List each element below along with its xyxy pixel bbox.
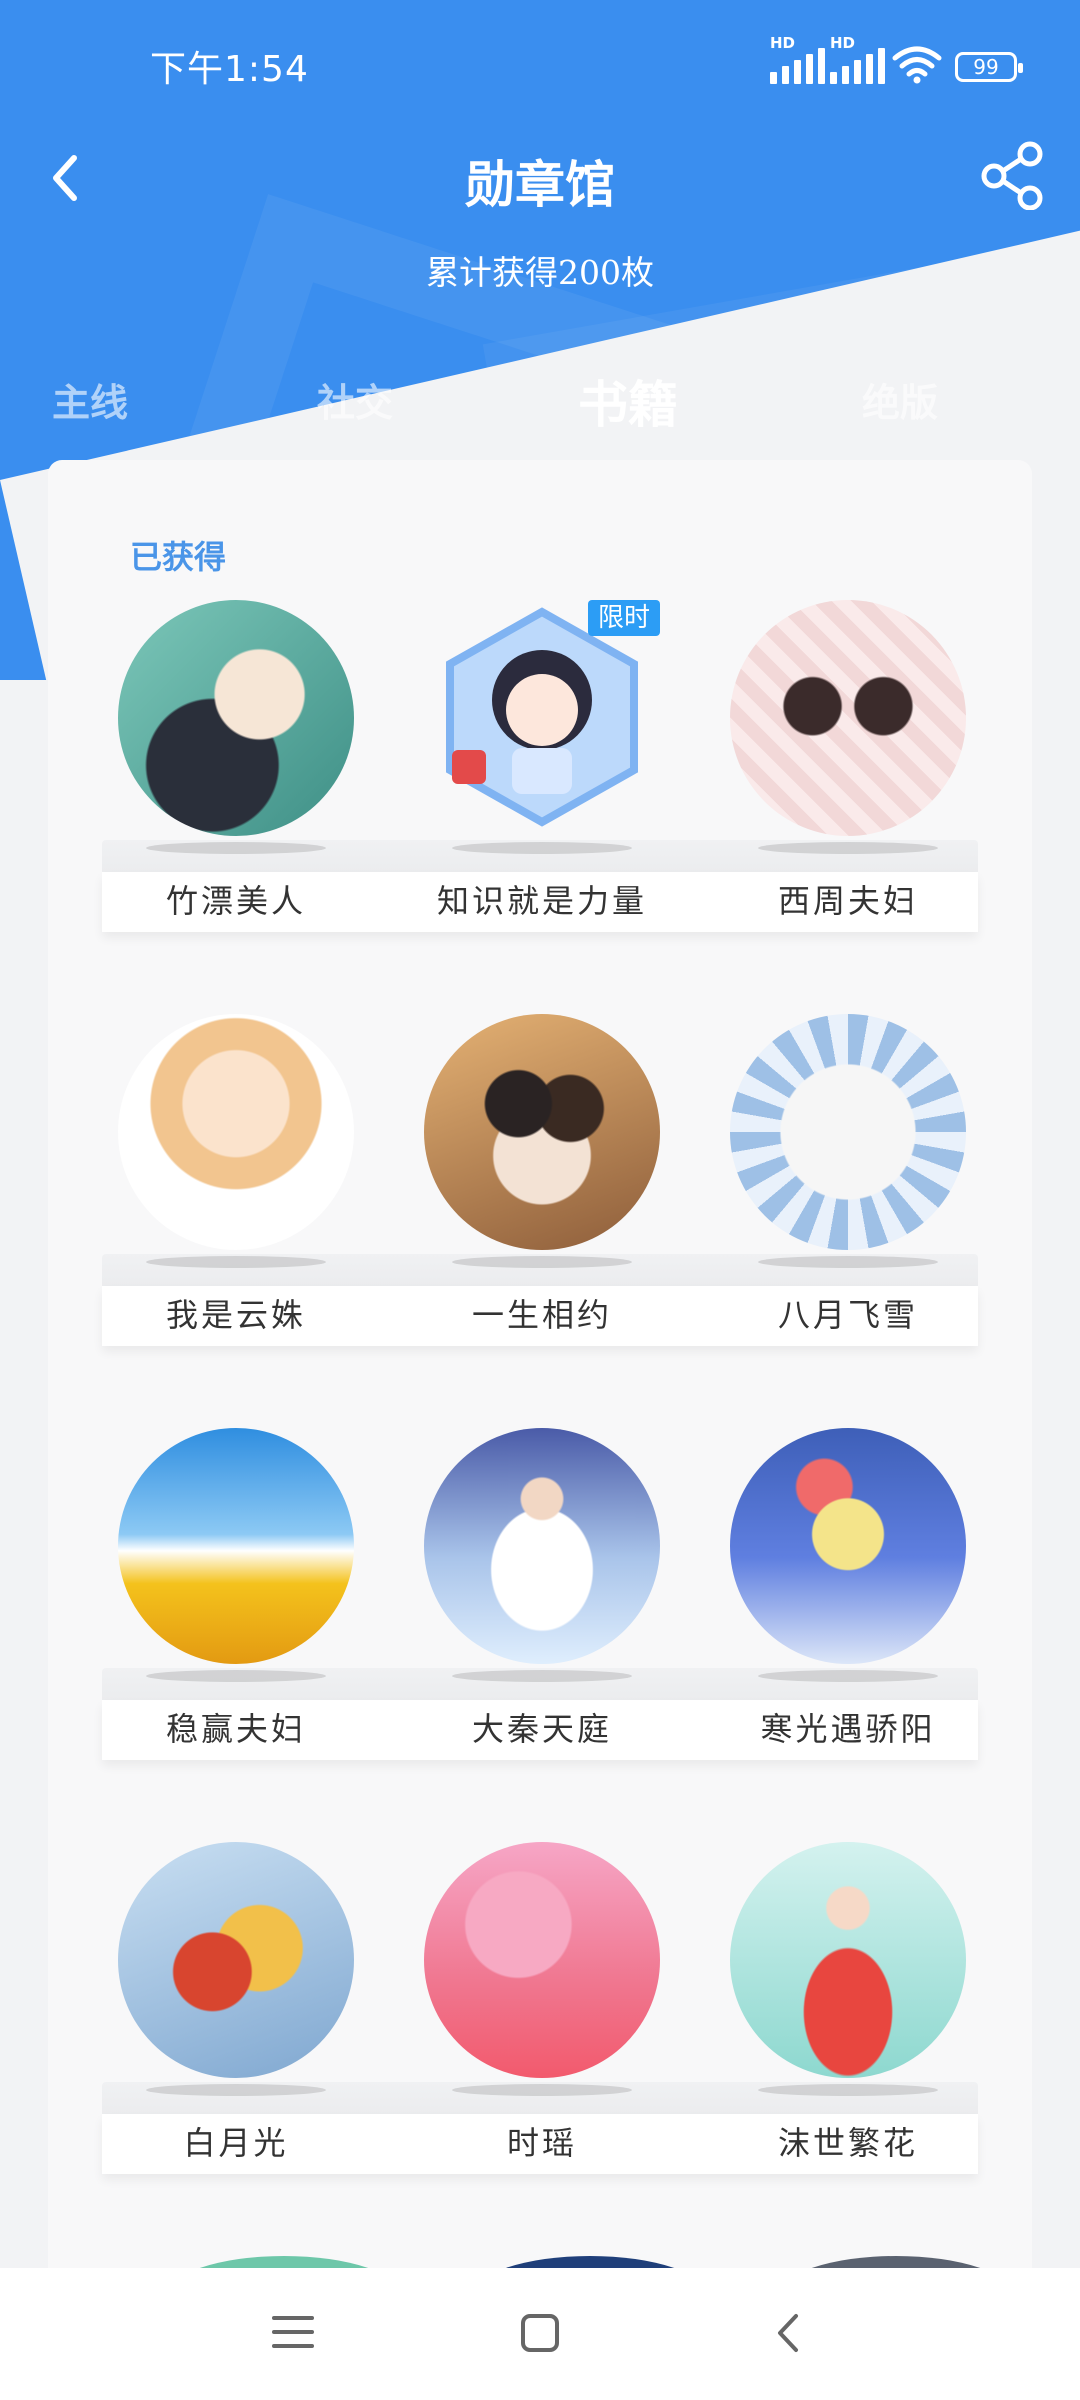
badge-item[interactable]: 时瑶 xyxy=(376,1842,676,2172)
badge-shadow xyxy=(452,2084,632,2096)
badge-image xyxy=(118,1842,354,2078)
tab-books[interactable]: 书籍 xyxy=(578,365,678,437)
badge-name: 稳赢夫妇 xyxy=(165,1710,306,1748)
badge-name: 我是云姝 xyxy=(165,1296,306,1334)
badge-image xyxy=(424,1014,660,1250)
limited-time-tag: 限时 xyxy=(588,600,660,636)
badge-name: 时瑶 xyxy=(506,2124,577,2162)
badge-name: 白月光 xyxy=(183,2124,289,2162)
badge-item[interactable]: 西周夫妇 xyxy=(682,600,982,930)
home-icon[interactable] xyxy=(519,2312,561,2354)
badge-shadow xyxy=(452,1670,632,1682)
badge-name: 知识就是力量 xyxy=(436,882,647,920)
badge-name: 沫世繁花 xyxy=(777,2124,918,2162)
badge-name: 竹漂美人 xyxy=(165,882,306,920)
badge-item[interactable]: 稳赢夫妇 xyxy=(70,1428,370,1758)
badge-shadow xyxy=(758,2084,938,2096)
badge-image xyxy=(424,1842,660,2078)
badge-shadow xyxy=(146,2084,326,2096)
badge-image xyxy=(730,1428,966,1664)
badge-image xyxy=(118,600,354,836)
share-icon xyxy=(981,141,1043,211)
badge-shadow xyxy=(758,842,938,854)
badge-item[interactable]: 寒光遇骄阳 xyxy=(682,1428,982,1758)
badge-item[interactable]: 八月飞雪 xyxy=(682,1014,982,1344)
battery-icon: 99 xyxy=(955,52,1023,82)
status-bar: 下午1:54 HD HD 99 xyxy=(0,0,1080,120)
badge-image xyxy=(118,1428,354,1664)
badge-item[interactable]: 大秦天庭 xyxy=(376,1428,676,1758)
tab-out-of-print[interactable]: 绝版 xyxy=(862,372,938,427)
badge-card: 已获得 竹漂美人 知识就是力量 限时 西周夫妇 我是云姝 一生相约 八月飞雪 稳… xyxy=(48,460,1032,2400)
tab-main[interactable]: 主线 xyxy=(52,372,128,427)
badge-image xyxy=(730,1842,966,2078)
badge-image xyxy=(118,1014,354,1250)
badge-shadow xyxy=(758,1256,938,1268)
badge-image xyxy=(730,600,966,836)
badge-shadow xyxy=(146,842,326,854)
menu-icon[interactable] xyxy=(270,2312,316,2352)
badge-count: 累计获得200枚 xyxy=(426,253,654,292)
badge-name: 大秦天庭 xyxy=(471,1710,612,1748)
wifi-icon xyxy=(892,46,942,84)
badge-shadow xyxy=(146,1256,326,1268)
badge-image xyxy=(424,1428,660,1664)
system-nav-bar xyxy=(0,2268,1080,2400)
tab-social[interactable]: 社交 xyxy=(317,372,393,427)
badge-item[interactable]: 竹漂美人 xyxy=(70,600,370,930)
signal-icon: HD xyxy=(830,34,885,84)
badge-name: 八月飞雪 xyxy=(777,1296,918,1334)
section-label-obtained: 已获得 xyxy=(130,538,227,576)
badge-name: 寒光遇骄阳 xyxy=(760,1710,936,1748)
badge-shadow xyxy=(146,1670,326,1682)
badge-shadow xyxy=(758,1670,938,1682)
badge-item[interactable]: 一生相约 xyxy=(376,1014,676,1344)
badge-item[interactable]: 白月光 xyxy=(70,1842,370,2172)
badge-shadow xyxy=(452,1256,632,1268)
badge-image xyxy=(730,1014,966,1250)
badge-name: 一生相约 xyxy=(471,1296,612,1334)
badge-shadow xyxy=(452,842,632,854)
badge-item[interactable]: 我是云姝 xyxy=(70,1014,370,1344)
status-time: 下午1:54 xyxy=(150,49,309,90)
badge-item[interactable]: 知识就是力量 xyxy=(376,600,676,930)
badge-item[interactable]: 沫世繁花 xyxy=(682,1842,982,2172)
share-button[interactable] xyxy=(978,140,1048,211)
badge-name: 西周夫妇 xyxy=(777,882,918,920)
page-title: 勋章馆 xyxy=(465,155,615,214)
back-icon[interactable] xyxy=(770,2310,806,2356)
signal-icon: HD xyxy=(770,34,825,84)
